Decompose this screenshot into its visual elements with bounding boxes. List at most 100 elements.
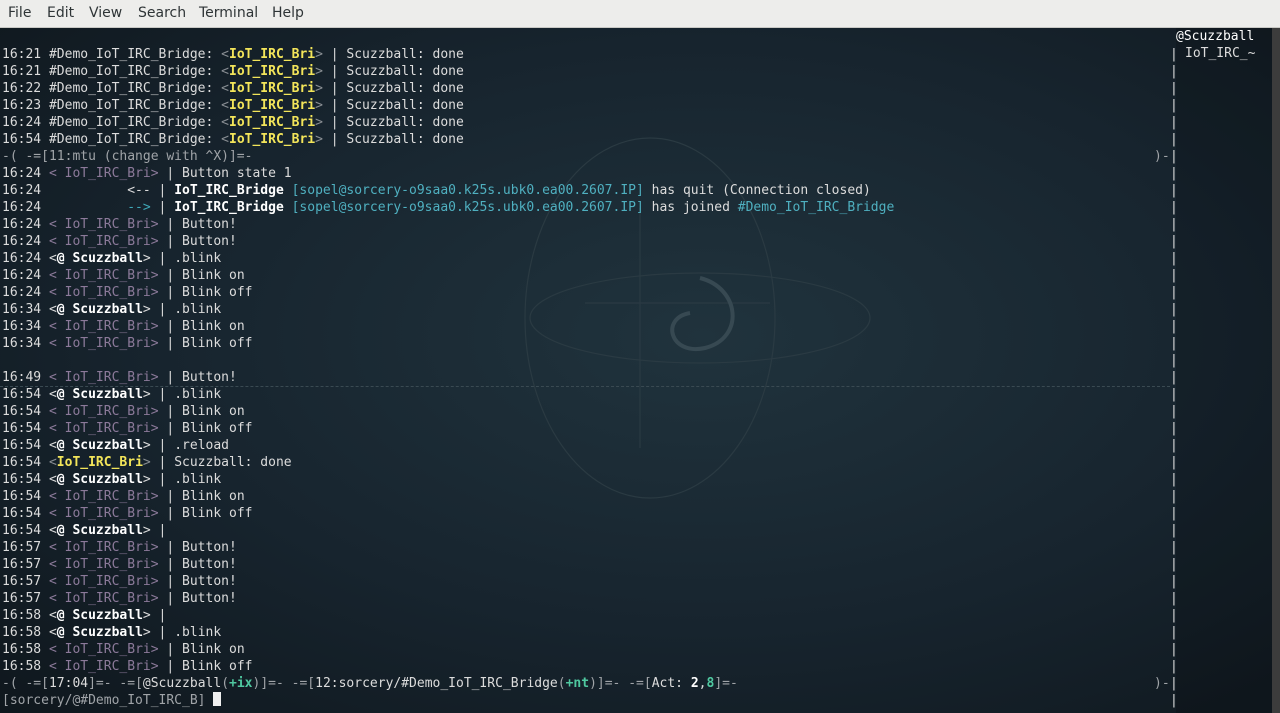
text-fragment: |	[158, 166, 183, 181]
pane-divider: |	[1170, 336, 1178, 351]
nick: IoT_IRC_Bri	[64, 404, 151, 419]
menu-view[interactable]: View	[89, 5, 122, 21]
text-fragment: |	[150, 183, 175, 198]
text-fragment	[284, 200, 292, 215]
text-fragment	[41, 608, 49, 623]
chat-line: 16:23 #Demo_IoT_IRC_Bridge: <IoT_IRC_Bri…	[2, 97, 464, 114]
text-fragment: |	[158, 404, 183, 419]
text-fragment: )]=- -=[	[589, 676, 652, 691]
nick: Scuzzball	[72, 302, 143, 317]
text-fragment: |	[158, 574, 183, 589]
text-fragment: <	[48, 421, 65, 436]
message: Scuzzball: done	[346, 47, 464, 62]
hostmask: [sopel@sorcery-o9saa0.k25s.ubk0.ea00.260…	[291, 200, 644, 215]
text-fragment: |	[150, 251, 175, 266]
text-fragment: <	[48, 336, 65, 351]
text-fragment	[41, 234, 49, 249]
text-fragment: <	[48, 625, 57, 640]
menu-terminal[interactable]: Terminal	[199, 5, 258, 21]
chat-line: 16:58 <@ Scuzzball> |	[2, 607, 174, 624]
text-fragment: <	[48, 506, 65, 521]
own-nick: @Scuzzball	[142, 676, 222, 691]
channel-name: #Demo_IoT_IRC_Bridge:	[48, 115, 214, 130]
text-fragment: ,	[698, 676, 707, 691]
message: Blink off	[182, 659, 253, 674]
text-fragment	[41, 64, 49, 79]
nick: IoT_IRC_Bri	[64, 319, 151, 334]
chat-line: 16:22 #Demo_IoT_IRC_Bridge: <IoT_IRC_Bri…	[2, 80, 464, 97]
pane-divider: |	[1170, 47, 1178, 62]
pane-divider: |	[1170, 200, 1178, 215]
pane-divider: |	[1170, 98, 1178, 113]
text-fragment	[213, 64, 221, 79]
text-fragment	[41, 540, 49, 555]
text-fragment: |	[158, 217, 183, 232]
chat-line: 16:24 < IoT_IRC_Bri> | Button state 1	[2, 165, 292, 182]
text-fragment: >	[150, 489, 159, 504]
text-fragment: |	[150, 608, 175, 623]
timestamp: 16:54	[2, 132, 42, 147]
terminal-window[interactable]: 16:21 #Demo_IoT_IRC_Bridge: <IoT_IRC_Bri…	[0, 28, 1280, 713]
message: Blink on	[182, 268, 245, 283]
event-arrow: <--	[127, 183, 151, 198]
text-fragment: >	[142, 455, 151, 470]
chat-line: 16:24 < IoT_IRC_Bri> | Button!	[2, 233, 237, 250]
text-fragment	[41, 489, 49, 504]
message: Scuzzball: done	[346, 81, 464, 96]
pane-divider: |	[1170, 421, 1178, 436]
nick: IoT_IRC_Bri	[229, 81, 316, 96]
message: Button!	[182, 574, 237, 589]
text-fragment: >	[150, 421, 159, 436]
input-line[interactable]: [sorcery/@#Demo_IoT_IRC_B]	[2, 692, 222, 709]
nick-list-item[interactable]: @Scuzzball	[1176, 28, 1254, 45]
text-fragment	[41, 455, 49, 470]
nick-list-item[interactable]: IoT_IRC_~	[1185, 45, 1255, 62]
timestamp: 16:54	[2, 472, 42, 487]
nick: IoT_IRC_Bri	[229, 115, 316, 130]
text-fragment	[206, 693, 214, 708]
pane-divider: |	[1170, 693, 1178, 708]
text-fragment: @	[56, 387, 73, 402]
text-fragment: <	[48, 268, 65, 283]
message: Button!	[182, 540, 237, 555]
pane-divider: |	[1170, 234, 1178, 249]
nick: IoT_IRC_Bri	[64, 336, 151, 351]
menu-search[interactable]: Search	[138, 5, 186, 21]
text-fragment: |	[322, 132, 347, 147]
menu-file[interactable]: File	[8, 5, 31, 21]
text-fragment: |	[158, 489, 183, 504]
text-fragment	[41, 319, 49, 334]
menu-help[interactable]: Help	[272, 5, 304, 21]
menu-edit[interactable]: Edit	[47, 5, 74, 21]
text-fragment	[41, 387, 49, 402]
timestamp: 16:58	[2, 659, 42, 674]
text-fragment: >	[142, 608, 151, 623]
timestamp: 16:57	[2, 557, 42, 572]
text-fragment	[41, 217, 49, 232]
chat-line: 16:54 <IoT_IRC_Bri> | Scuzzball: done	[2, 454, 292, 471]
text-fragment	[644, 200, 652, 215]
text-fragment: |	[150, 455, 175, 470]
text-fragment: |	[322, 47, 347, 62]
status-bar-end: )-	[1154, 676, 1170, 691]
text-fragment	[41, 115, 49, 130]
timestamp: 16:54	[2, 506, 42, 521]
text-fragment: |	[322, 64, 347, 79]
nick: IoT_IRC_Bri	[64, 234, 151, 249]
terminal-scrollbar[interactable]	[1272, 28, 1280, 713]
pane-divider: |	[1170, 404, 1178, 419]
text-fragment: ]=-	[714, 676, 738, 691]
pane-divider: |	[1170, 455, 1178, 470]
text-fragment: )]=- -=[	[252, 676, 316, 691]
timestamp: 16:57	[2, 574, 42, 589]
text-fragment: <	[48, 251, 57, 266]
text-fragment: |	[158, 540, 183, 555]
timestamp: 16:54	[2, 404, 42, 419]
text-fragment	[41, 98, 49, 113]
timestamp: 16:58	[2, 608, 42, 623]
pane-divider: |	[1170, 489, 1178, 504]
text-fragment	[683, 676, 691, 691]
timestamp: 16:24	[2, 285, 42, 300]
pane-divider: |	[1170, 574, 1178, 589]
chat-line: 16:34 < IoT_IRC_Bri> | Blink on	[2, 318, 245, 335]
